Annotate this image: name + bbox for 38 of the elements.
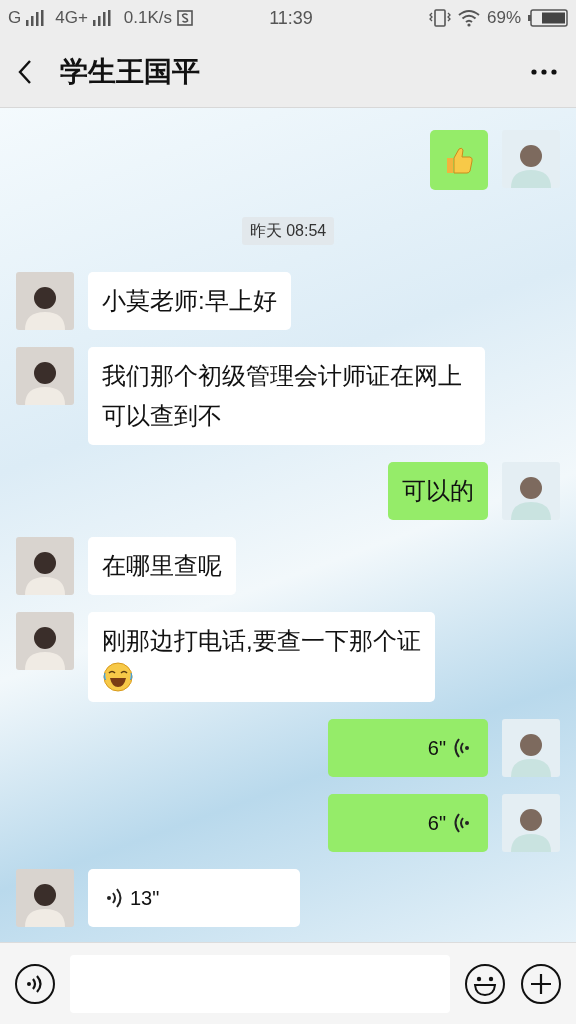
message-text: 刚那边打电话,要查一下那个证: [102, 627, 421, 654]
thumbs-up-icon: [444, 145, 474, 175]
avatar[interactable]: [16, 272, 74, 330]
back-chevron-icon: [18, 58, 32, 85]
network-speed-label: 0.1K/s: [123, 7, 173, 30]
voice-duration: 6": [427, 811, 446, 836]
vibrate-icon: [428, 9, 451, 27]
message-text: 小莫老师:早上好: [102, 287, 277, 314]
avatar[interactable]: [16, 612, 74, 670]
signal-icon: [26, 10, 45, 26]
signal-icon: [92, 10, 111, 26]
more-icon[interactable]: [530, 67, 558, 76]
wifi-icon: [457, 9, 480, 27]
battery-icon: [528, 9, 568, 27]
voice-wave-icon: [454, 737, 470, 759]
smiley-icon[interactable]: [464, 962, 506, 1005]
clock: 11:39: [269, 6, 313, 30]
avatar[interactable]: [16, 537, 74, 595]
message-text: 在哪里查呢: [102, 552, 222, 579]
voice-message[interactable]: 13": [88, 869, 300, 927]
network-type-label: G: [8, 7, 22, 30]
timestamp: 昨天 08:54: [241, 217, 335, 245]
avatar[interactable]: [16, 347, 74, 405]
voice-wave-icon: [106, 887, 122, 909]
voice-duration: 13": [130, 886, 160, 911]
avatar[interactable]: [16, 869, 74, 927]
network-type-label: 4G+: [55, 7, 88, 30]
message-text: 我们那个初级管理会计师证在网上可以查到不: [102, 362, 462, 429]
voice-wave-icon: [454, 812, 470, 834]
voice-message[interactable]: 6": [328, 719, 488, 777]
battery-percentage: 69%: [486, 7, 521, 30]
voice-duration: 6": [427, 736, 446, 761]
voice-message[interactable]: 6": [328, 794, 488, 852]
voice-input-icon[interactable]: [14, 962, 56, 1005]
s-box-icon: [177, 10, 194, 26]
plus-icon[interactable]: [520, 962, 562, 1005]
message-text: 可以的: [402, 477, 474, 504]
chat-title: 学生王国平: [60, 54, 201, 89]
